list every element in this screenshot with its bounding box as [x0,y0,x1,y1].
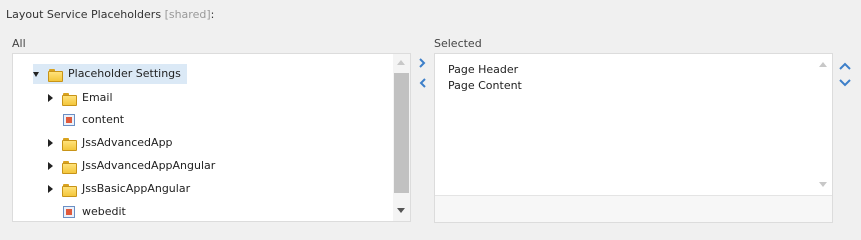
folder-icon [62,92,77,106]
move-up-button[interactable] [839,61,851,71]
add-item-button[interactable] [417,58,429,68]
tree-node-jssadvancedappangular[interactable]: JssAdvancedAppAngular [48,156,218,176]
tree-node-label: JssAdvancedAppAngular [82,159,216,172]
folder-icon [62,160,77,174]
tree-node-label: JssAdvancedApp [82,136,173,149]
scroll-up-icon[interactable] [819,62,827,67]
chevron-left-icon [419,78,426,88]
selected-scrollbar[interactable] [815,54,832,196]
tree-node-email[interactable]: Email [48,88,116,108]
tree-node-label: Placeholder Settings [68,67,181,80]
scroll-down-icon[interactable] [819,182,827,187]
expand-arrow-icon[interactable] [48,139,53,147]
tree-node-jssadvancedapp[interactable]: JssAdvancedApp [48,133,176,153]
expand-arrow-icon[interactable] [48,162,53,170]
field-title-colon: : [210,8,215,21]
selected-item-page-content[interactable]: Page Content [448,78,522,93]
move-down-button[interactable] [839,78,851,88]
selected-label: Selected [434,37,482,50]
tree-node-webedit[interactable]: webedit [62,202,129,221]
field-title-text: Layout Service Placeholders [6,8,162,21]
tree-node-label: JssBasicAppAngular [82,182,191,195]
tree-node-jssbasicappangular[interactable]: JssBasicAppAngular [48,179,193,199]
chevron-up-icon [839,62,851,70]
folder-icon [62,137,77,151]
chevron-down-icon [839,79,851,87]
tree-scrollbar[interactable] [393,54,410,221]
placeholder-icon [63,114,75,126]
selected-items-list[interactable]: Page Header Page Content [434,53,833,223]
tree-node-label: content [82,113,125,126]
placeholder-icon [63,206,75,218]
scroll-up-icon[interactable] [397,60,405,65]
field-title: Layout Service Placeholders [shared]: [6,8,214,21]
shared-tag: [shared] [164,8,211,21]
expand-arrow-icon[interactable] [48,94,53,102]
collapse-arrow-icon[interactable] [33,71,39,77]
chevron-right-icon [419,58,426,68]
tree-node-label: Email [82,91,113,104]
tree-node-content[interactable]: content [62,110,127,130]
tree-scrollbar-thumb[interactable] [394,73,409,193]
all-items-tree[interactable]: Placeholder Settings Email content JssAd… [12,53,411,222]
tree-node-label: webedit [82,205,126,218]
selected-item-page-header[interactable]: Page Header [448,62,518,77]
tree-node-placeholder-settings[interactable]: Placeholder Settings [33,64,187,84]
remove-item-button[interactable] [417,78,429,88]
all-label: All [12,37,26,50]
folder-icon [48,68,63,82]
folder-icon [62,183,77,197]
expand-arrow-icon[interactable] [48,185,53,193]
scroll-down-icon[interactable] [397,208,405,213]
selected-panel-footer [435,195,832,222]
